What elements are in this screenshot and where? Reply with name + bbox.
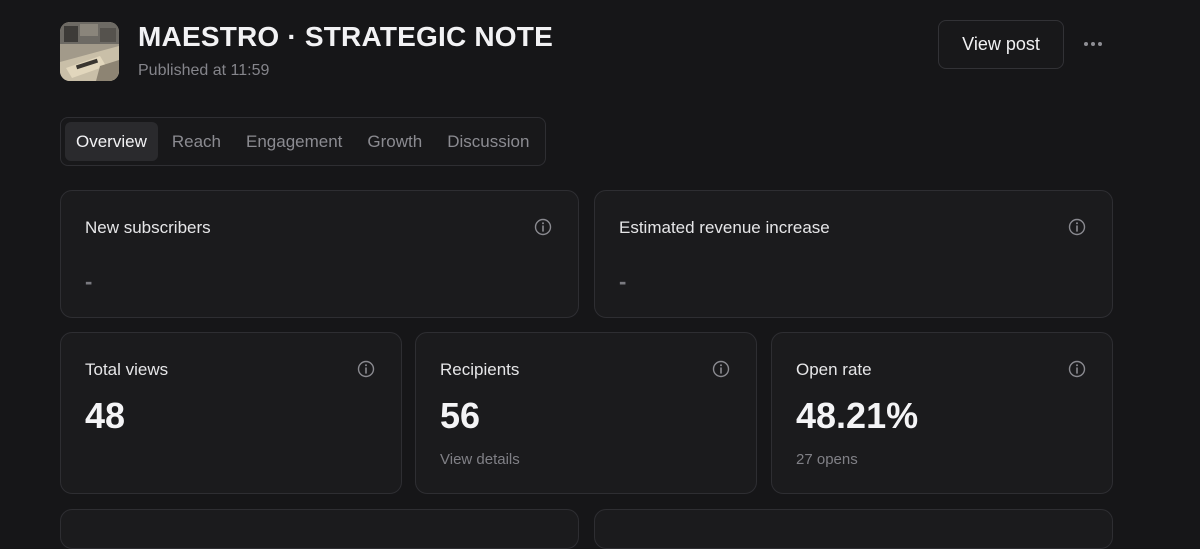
stat-value: - bbox=[619, 269, 627, 294]
post-thumbnail bbox=[60, 22, 119, 81]
stat-card-open-rate: Open rate 48.21% 27 opens bbox=[771, 332, 1113, 494]
view-post-button[interactable]: View post bbox=[938, 20, 1064, 69]
info-icon[interactable] bbox=[1068, 218, 1086, 236]
more-horizontal-icon bbox=[1084, 42, 1088, 46]
view-details-link[interactable]: View details bbox=[440, 451, 520, 468]
tab-engagement[interactable]: Engagement bbox=[235, 122, 353, 161]
more-dot bbox=[1091, 42, 1095, 46]
info-icon[interactable] bbox=[1068, 360, 1086, 378]
tab-discussion[interactable]: Discussion bbox=[436, 122, 540, 161]
stat-card-partial-left bbox=[60, 509, 579, 549]
stat-value: - bbox=[85, 269, 93, 294]
stat-label: Total views bbox=[85, 360, 169, 379]
stat-value: 48 bbox=[85, 395, 126, 436]
stat-card-partial-right bbox=[594, 509, 1113, 549]
opens-count: 27 opens bbox=[796, 451, 858, 468]
post-title: MAESTRO · STRATEGIC NOTE bbox=[138, 21, 553, 52]
stat-label: Estimated revenue increase bbox=[619, 218, 830, 237]
stat-card-estimated-revenue: Estimated revenue increase - bbox=[594, 190, 1113, 318]
stat-card-total-views: Total views 48 bbox=[60, 332, 402, 494]
tab-reach[interactable]: Reach bbox=[161, 122, 232, 161]
info-icon[interactable] bbox=[534, 218, 552, 236]
info-icon[interactable] bbox=[357, 360, 375, 378]
stat-value: 48.21% bbox=[796, 395, 919, 436]
stats-tab-bar: Overview Reach Engagement Growth Discuss… bbox=[60, 117, 546, 166]
stat-value: 56 bbox=[440, 395, 481, 436]
tab-growth[interactable]: Growth bbox=[356, 122, 433, 161]
stat-label: New subscribers bbox=[85, 218, 211, 237]
post-header: MAESTRO · STRATEGIC NOTE Published at 11… bbox=[60, 20, 1114, 82]
published-time: Published at 11:59 bbox=[138, 62, 270, 79]
stat-card-recipients: Recipients 56 View details bbox=[415, 332, 757, 494]
stat-label: Recipients bbox=[440, 360, 520, 379]
more-options-button[interactable] bbox=[1078, 32, 1108, 56]
stat-label: Open rate bbox=[796, 360, 872, 379]
post-thumbnail-image bbox=[60, 22, 119, 81]
more-dot bbox=[1098, 42, 1102, 46]
tab-overview[interactable]: Overview bbox=[65, 122, 158, 161]
stat-card-new-subscribers: New subscribers - bbox=[60, 190, 579, 318]
info-icon[interactable] bbox=[712, 360, 730, 378]
